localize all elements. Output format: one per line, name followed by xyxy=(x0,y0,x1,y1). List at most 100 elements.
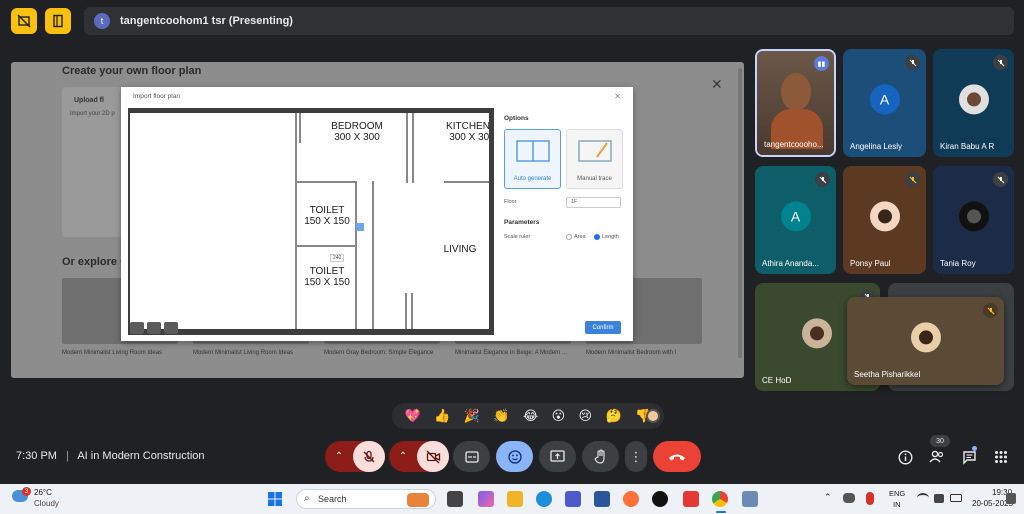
speaking-icon: ▮▮ xyxy=(814,56,829,71)
windows-start-button[interactable] xyxy=(267,491,283,507)
auto-generate-option[interactable]: Auto generate xyxy=(504,129,561,189)
confirm-button[interactable]: Confirm xyxy=(585,321,621,334)
people-icon xyxy=(929,450,944,463)
reaction-clap[interactable]: 👏 xyxy=(493,408,509,424)
participant-name: CE HoD xyxy=(762,376,792,385)
meeting-details-button[interactable] xyxy=(895,447,915,467)
emoji-icon xyxy=(507,449,522,464)
notification-icon[interactable] xyxy=(1006,493,1016,504)
activities-button[interactable] xyxy=(991,447,1011,467)
wifi-icon[interactable] xyxy=(917,493,929,503)
mic-off-icon xyxy=(993,55,1008,70)
upload-hint: Import your 2D p xyxy=(70,111,115,117)
meeting-clock: 7:30 PM xyxy=(16,450,57,462)
participant-name: Ponsy Paul xyxy=(850,259,891,268)
chevron-up-icon[interactable]: ⌃ xyxy=(325,451,353,462)
bedroom-label: BEDROOM xyxy=(331,121,383,132)
unread-dot xyxy=(972,446,977,451)
participant-tile[interactable]: A Angelina Lesly xyxy=(843,49,926,157)
kitchen-label: KITCHEN xyxy=(446,121,489,132)
more-options-button[interactable]: ⋮ xyxy=(625,441,647,472)
reaction-laugh[interactable]: 😂 xyxy=(523,408,538,424)
participant-tile[interactable]: Kiran Babu A R xyxy=(933,49,1014,157)
toilet-label: TOILET xyxy=(309,205,345,216)
participant-photo xyxy=(958,84,989,115)
mic-off-icon xyxy=(363,450,375,462)
store-icon[interactable] xyxy=(594,491,610,507)
participant-tile[interactable]: Ponsy Paul xyxy=(843,166,926,274)
participant-tile[interactable]: ▮▮ tangentcoooho... xyxy=(755,49,836,157)
edge-icon[interactable] xyxy=(536,491,552,507)
participant-tile[interactable]: Tania Roy xyxy=(933,166,1014,274)
present-button[interactable] xyxy=(539,441,576,472)
people-button[interactable] xyxy=(927,447,947,467)
reaction-thumbs-up[interactable]: 👍 xyxy=(434,408,450,424)
skin-tone-selector[interactable] xyxy=(646,409,660,423)
participant-name: Seetha Pisharikkel xyxy=(854,370,921,379)
task-view-icon[interactable] xyxy=(447,491,463,507)
chevron-up-icon[interactable]: ⌃ xyxy=(824,492,832,503)
meeting-info-text: 7:30 PM | AI in Modern Construction xyxy=(16,450,205,462)
emoji-button[interactable] xyxy=(496,441,533,472)
leave-call-button[interactable] xyxy=(653,441,701,472)
mic-off-button[interactable] xyxy=(353,441,385,472)
camera-off-button[interactable] xyxy=(417,441,449,472)
participant-name: Athira Ananda... xyxy=(762,259,819,268)
battery-icon[interactable] xyxy=(950,494,962,502)
participant-tile[interactable]: Seetha Pisharikkel xyxy=(847,297,1004,385)
kitchen-size: 300 X 300 xyxy=(449,132,489,143)
weather-badge: 3 xyxy=(22,487,31,496)
windows-taskbar: 3 26°C Cloudy ⌕ Search ⌃ ENG IN 19:30 20… xyxy=(0,484,1024,514)
teams-icon[interactable] xyxy=(565,491,581,507)
captions-button[interactable] xyxy=(453,441,490,472)
firefox-icon[interactable] xyxy=(623,491,639,507)
door-icon xyxy=(53,14,63,28)
presenter-label: tangentcoohom1 tsr (Presenting) xyxy=(120,15,293,27)
eye-icon[interactable] xyxy=(164,322,178,334)
onedrive-icon[interactable] xyxy=(843,493,855,503)
more-vert-icon: ⋮ xyxy=(629,448,643,464)
taskbar-search[interactable]: ⌕ Search xyxy=(296,489,436,509)
floor-select[interactable]: 1F xyxy=(566,197,621,208)
mic-off-icon xyxy=(993,172,1008,187)
reaction-thinking[interactable]: 🤔 xyxy=(606,408,622,424)
rotate-icon[interactable] xyxy=(130,322,144,334)
length-radio[interactable] xyxy=(594,234,600,240)
desktop-app-icon[interactable] xyxy=(742,491,758,507)
wps-office-icon[interactable] xyxy=(683,491,699,507)
language-top[interactable]: ENG xyxy=(889,489,905,498)
toilet-label: TOILET xyxy=(309,266,345,277)
crop-icon[interactable] xyxy=(147,322,161,334)
exit-presenter-button[interactable] xyxy=(45,8,71,34)
chrome-icon[interactable] xyxy=(712,491,728,507)
active-app-indicator xyxy=(716,511,726,513)
thumb-caption: Minimalist Elegance in Beige: A Modern .… xyxy=(455,350,568,356)
microphone-icon[interactable] xyxy=(866,492,874,505)
end-call-icon xyxy=(669,454,685,460)
volume-icon[interactable] xyxy=(934,494,944,503)
file-explorer-icon[interactable] xyxy=(507,491,523,507)
area-radio[interactable] xyxy=(566,234,572,240)
participant-tile[interactable]: A Athira Ananda... xyxy=(755,166,836,274)
reaction-sad[interactable]: 😢 xyxy=(579,408,593,424)
presentation-off-button[interactable] xyxy=(11,8,37,34)
reaction-surprise[interactable]: 😮 xyxy=(552,408,566,424)
area-label: Area xyxy=(574,234,586,240)
reaction-party[interactable]: 🎉 xyxy=(464,408,480,424)
toilet-size: 150 X 150 xyxy=(304,216,350,227)
weather-temp: 26°C xyxy=(34,488,52,497)
reaction-heart[interactable]: 💖 xyxy=(405,408,421,424)
plan-tools xyxy=(130,322,178,334)
explore-heading: Or explore C xyxy=(62,256,129,268)
scale-ruler-label: Scale ruler xyxy=(504,234,531,240)
dell-icon[interactable] xyxy=(652,491,668,507)
raise-hand-button[interactable] xyxy=(582,441,619,472)
auto-generate-icon xyxy=(516,140,550,162)
thumb-caption: Modern Minimalist Living Room Ideas xyxy=(62,350,163,356)
manual-trace-option[interactable]: Manual trace xyxy=(566,129,623,189)
copilot-icon[interactable] xyxy=(478,491,494,507)
captions-icon xyxy=(464,450,479,463)
chevron-up-icon[interactable]: ⌃ xyxy=(389,451,417,462)
presenter-banner: t tangentcoohom1 tsr (Presenting) xyxy=(84,7,1014,35)
chat-button[interactable] xyxy=(959,446,979,467)
